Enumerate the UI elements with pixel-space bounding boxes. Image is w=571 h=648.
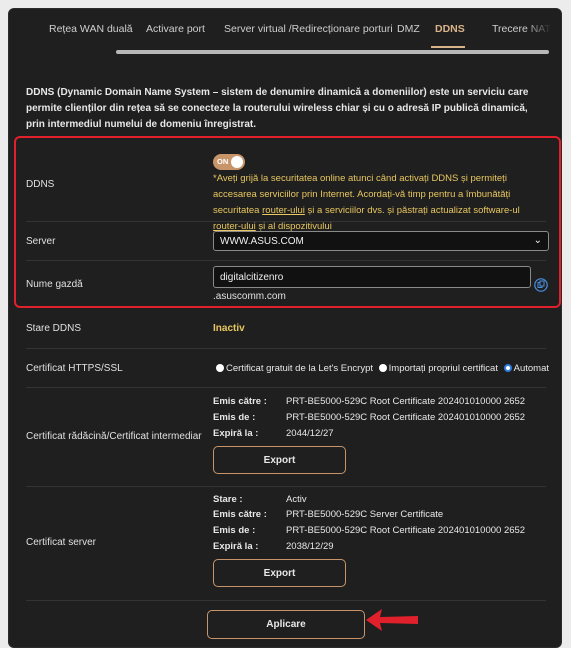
radio-label: Automat [513, 363, 549, 374]
radio-import[interactable]: Importați propriul certificat [378, 363, 498, 374]
divider [26, 387, 546, 388]
tab-fade [525, 9, 561, 49]
copy-icon[interactable] [534, 278, 548, 292]
apply-button[interactable]: Aplicare [207, 610, 365, 639]
radio-label: Importați propriul certificat [388, 363, 498, 374]
toggle-knob [231, 156, 243, 168]
hostname-input[interactable] [213, 266, 531, 288]
server-select-value: WWW.ASUS.COM [220, 236, 304, 247]
note-text-2: și a serviciilor dvs. și păstrați actual… [304, 205, 520, 216]
server-label: Server [26, 236, 56, 247]
chevron-down-icon: ⌄ [533, 235, 542, 246]
hostname-suffix: .asuscomm.com [213, 291, 286, 302]
tab-port-trigger[interactable]: Activare port [146, 23, 205, 35]
server-cert-label: Certificat server [26, 537, 97, 548]
ddns-status-label: Stare DDNS [26, 323, 82, 334]
server-select[interactable]: WWW.ASUS.COM ⌄ [213, 231, 549, 251]
root-cert-label: Certificat rădăcină/Certificat intermedi… [26, 431, 202, 442]
root-issued-by-label: Emis de : [213, 412, 256, 423]
server-state-value: Activ [286, 494, 307, 505]
hostname-label: Nume gazdă [26, 279, 83, 290]
radio-letsencrypt[interactable]: Certificat gratuit de la Let's Encrypt [216, 363, 373, 374]
root-expires-label: Expiră la : [213, 428, 259, 439]
divider [26, 600, 546, 601]
tab-ddns[interactable]: DDNS [435, 23, 465, 35]
red-arrow-icon [366, 609, 418, 631]
tab-scrollbar[interactable] [116, 50, 549, 54]
tab-dual-wan[interactable]: Rețea WAN duală [49, 23, 133, 35]
https-radio-group: Certificat gratuit de la Let's Encrypt I… [216, 363, 552, 374]
toggle-on-text: ON [217, 157, 229, 166]
root-issued-to-label: Emis către : [213, 396, 267, 407]
server-state-label: Stare : [213, 494, 243, 505]
https-label: Certificat HTTPS/SSL [26, 363, 123, 374]
tab-dmz[interactable]: DMZ [397, 23, 420, 35]
ddns-security-note: *Aveți grijă la securitatea online atunc… [213, 171, 543, 235]
radio-auto[interactable]: Automat [503, 363, 549, 374]
ddns-status-value: Inactiv [213, 323, 245, 334]
root-issued-by-value: PRT-BE5000-529C Root Certificate 2024010… [286, 412, 526, 423]
server-expires-value: 2038/12/29 [286, 541, 334, 552]
server-issued-to-value: PRT-BE5000-529C Server Certificate [286, 509, 444, 520]
server-expires-label: Expiră la : [213, 541, 259, 552]
divider [26, 260, 546, 261]
ddns-label: DDNS [26, 179, 55, 190]
server-issued-by-label: Emis de : [213, 525, 256, 536]
ddns-description: DDNS (Dynamic Domain Name System – siste… [26, 87, 529, 130]
router-link-1[interactable]: router-ului [262, 205, 305, 216]
radio-label: Certificat gratuit de la Let's Encrypt [226, 363, 374, 374]
radio-button[interactable] [378, 364, 387, 372]
radio-button[interactable] [216, 364, 224, 372]
server-issued-by-value: PRT-BE5000-529C Root Certificate 2024010… [286, 525, 526, 536]
root-export-button[interactable]: Export [213, 446, 346, 474]
tab-virtual-server[interactable]: Server virtual /Redirecționare porturi [224, 23, 393, 35]
tab-bar: Rețea WAN duală Activare port Server vir… [9, 9, 561, 54]
settings-panel: Rețea WAN duală Activare port Server vir… [8, 8, 562, 648]
divider [26, 348, 546, 349]
radio-button-checked[interactable] [503, 364, 512, 372]
active-tab-indicator [431, 46, 465, 48]
root-issued-to-value: PRT-BE5000-529C Root Certificate 2024010… [286, 396, 526, 407]
root-expires-value: 2044/12/27 [286, 428, 334, 439]
server-issued-to-label: Emis către : [213, 509, 267, 520]
divider [26, 221, 546, 222]
ddns-toggle[interactable]: ON [213, 154, 245, 170]
divider [26, 486, 546, 487]
server-export-button[interactable]: Export [213, 559, 346, 587]
